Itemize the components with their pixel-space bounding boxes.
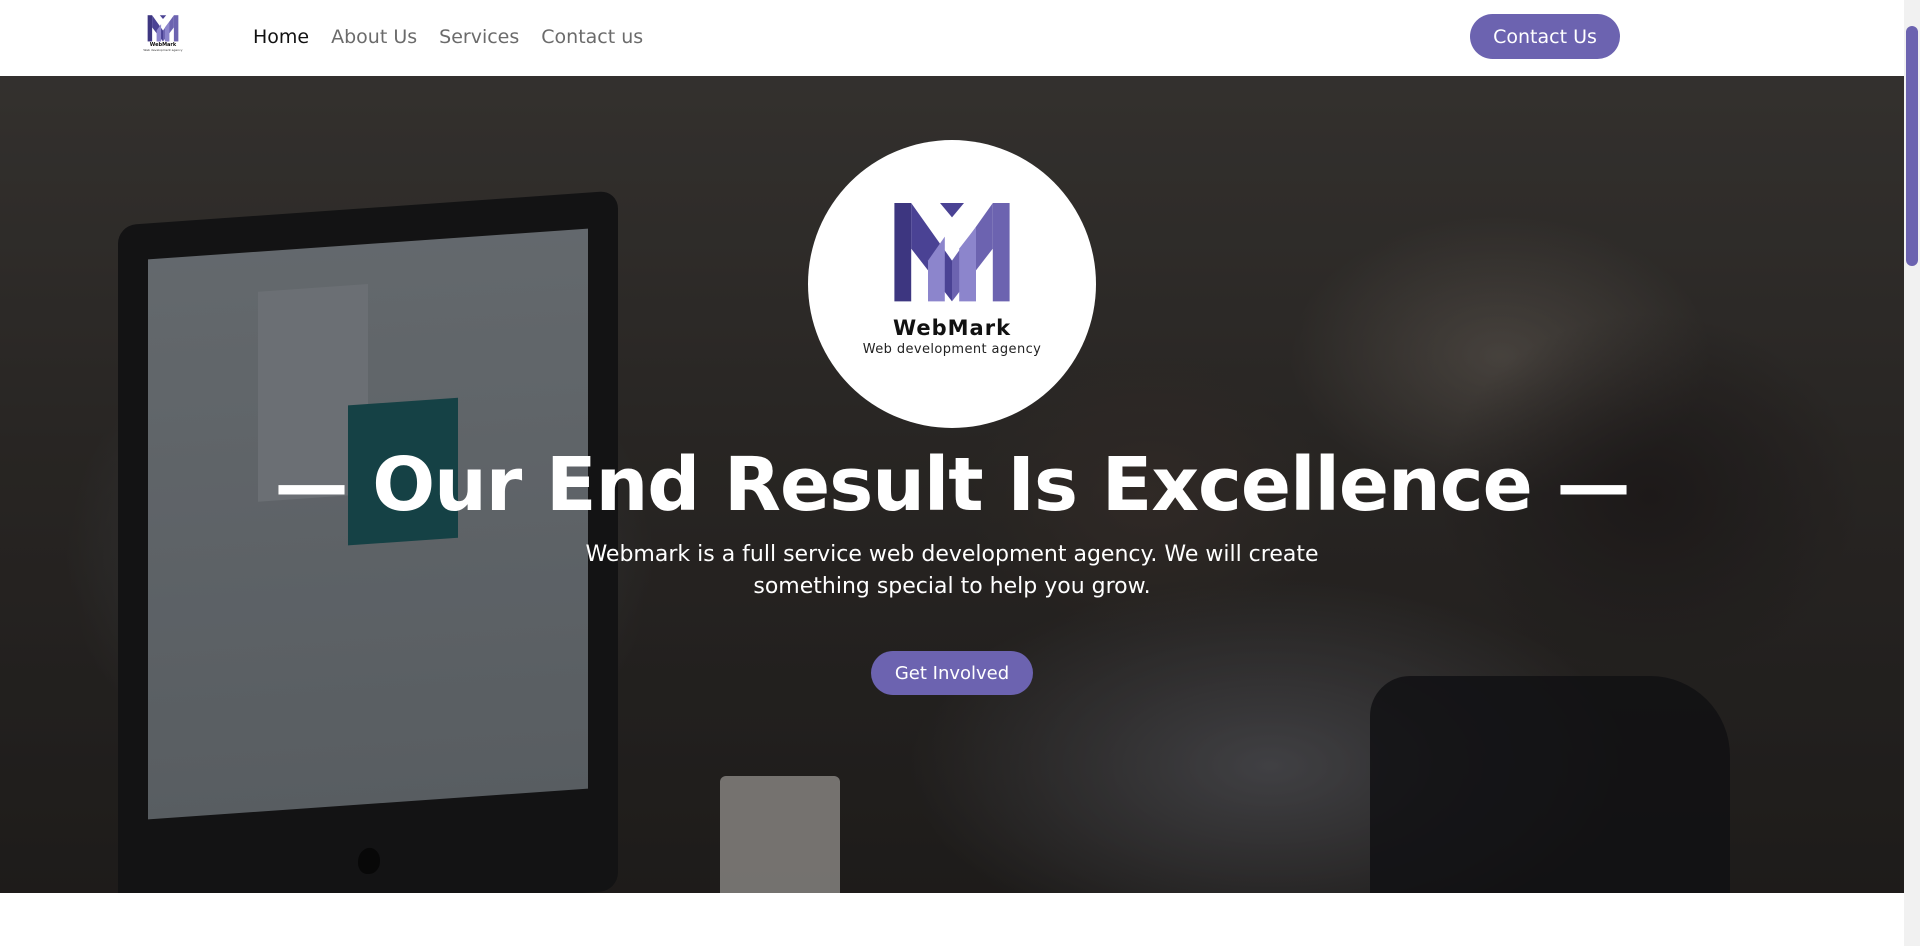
get-involved-button[interactable]: Get Involved	[871, 651, 1033, 695]
contact-us-button[interactable]: Contact Us	[1470, 14, 1620, 59]
site-header: WebMark Web development agency Home Abou…	[0, 0, 1904, 76]
hero-title: — Our End Result Is Excellence —	[274, 442, 1630, 528]
hero-subtitle: Webmark is a full service web developmen…	[585, 542, 1319, 599]
webmark-logo-icon	[894, 203, 1010, 302]
page-scrollbar[interactable]	[1904, 0, 1920, 946]
nav-item-services[interactable]: Services	[439, 24, 519, 50]
header-logo-tagline: Web development agency	[143, 48, 183, 52]
nav-item-about-us[interactable]: About Us	[331, 24, 417, 50]
main-nav: Home About Us Services Contact us	[253, 24, 665, 50]
scrollbar-thumb[interactable]	[1906, 26, 1918, 266]
hero-section: WebMark Web development agency — Our End…	[0, 76, 1904, 893]
hero-logo-brand: WebMark	[892, 316, 1012, 340]
hero-logo-tagline: Web development agency	[862, 342, 1042, 357]
nav-item-contact-us[interactable]: Contact us	[541, 24, 643, 50]
webmark-logo-icon	[147, 15, 179, 42]
hero-logo-badge: WebMark Web development agency	[808, 140, 1096, 428]
header-logo[interactable]: WebMark Web development agency	[140, 14, 186, 58]
nav-item-home[interactable]: Home	[253, 24, 309, 50]
